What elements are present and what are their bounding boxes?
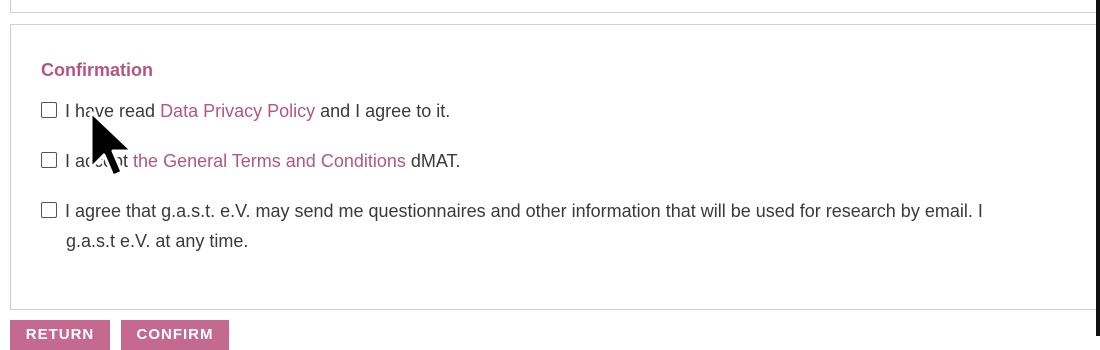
confirm-button[interactable]: CONFIRM — [121, 320, 229, 350]
window-edge — [1096, 0, 1100, 336]
privacy-policy-link[interactable]: Data Privacy Policy — [160, 101, 315, 121]
research-consent-checkbox[interactable] — [41, 202, 57, 218]
terms-checkbox[interactable] — [41, 152, 57, 168]
terms-suffix: dMAT. — [405, 151, 461, 171]
confirmation-title: Confirmation — [41, 60, 153, 80]
previous-section-panel — [10, 0, 1100, 13]
research-consent-text: I agree that g.a.s.t. e.V. may send me q… — [65, 201, 983, 221]
return-button[interactable]: RETURN — [10, 320, 110, 350]
terms-link[interactable]: the General Terms and Conditions — [133, 151, 406, 171]
mouse-pointer-icon — [89, 110, 134, 178]
research-consent-text-continued: g.a.s.t e.V. at any time. — [66, 231, 249, 251]
research-consent-row: I agree that g.a.s.t. e.V. may send me q… — [41, 196, 983, 226]
privacy-policy-suffix: and I agree to it. — [315, 101, 451, 121]
privacy-policy-checkbox[interactable] — [41, 102, 57, 118]
